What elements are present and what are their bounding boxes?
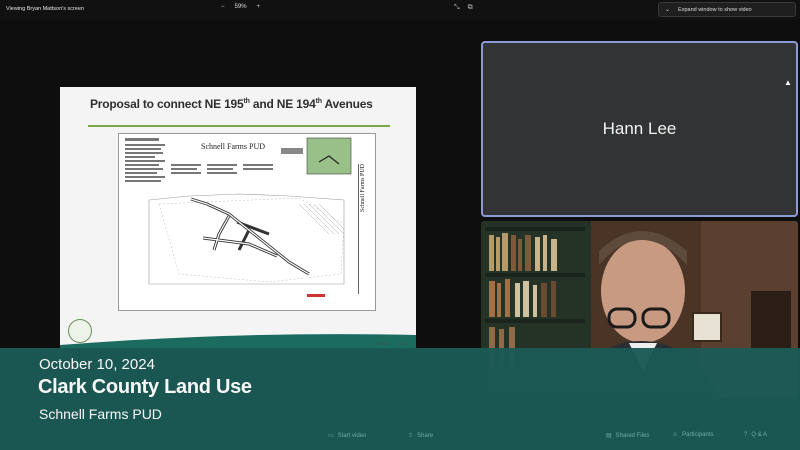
meeting-heading: Clark County Land Use	[38, 376, 252, 398]
plan-side-label: Schnell Farms PUD	[360, 164, 366, 212]
view-options: ⤡ ⧉	[454, 4, 473, 12]
slide-title-underline	[88, 125, 390, 127]
camera-icon: ▭	[328, 433, 334, 439]
pop-out-icon[interactable]: ⧉	[468, 4, 473, 12]
participants-label: Participants	[682, 432, 714, 438]
participants-button[interactable]: ☺ Participants	[672, 432, 714, 438]
county-seal-logo	[68, 319, 92, 343]
slide-title-part-3: Avenues	[321, 97, 373, 111]
slide-title-part-2: and NE 194	[249, 97, 316, 111]
start-video-label: Start video	[337, 432, 367, 439]
qa-button[interactable]: ? Q & A	[744, 432, 767, 438]
chevron-down-icon: ⌄	[665, 7, 671, 13]
zoom-level: 59%	[234, 4, 247, 10]
files-icon: ▤	[606, 433, 612, 439]
mouse-cursor-icon: ▲	[784, 78, 792, 87]
slide-page-number: 12	[402, 341, 407, 346]
meeting-date: October 10, 2024	[39, 356, 155, 373]
expand-window-button[interactable]: ⌄ Expand window to show video	[658, 2, 796, 17]
shared-slide: Proposal to connect NE 195th and NE 194t…	[60, 87, 416, 349]
slide-title: Proposal to connect NE 195th and NE 194t…	[90, 97, 373, 111]
shared-files-button[interactable]: ▤ Shared Files	[606, 432, 650, 440]
participant-name: Hann Lee	[602, 119, 677, 138]
share-icon: ⇪	[408, 433, 414, 439]
viewer-top-bar: Viewing Bryan Mattson's screen − 59% + ⤡…	[0, 0, 800, 20]
zoom-controls: − 59% +	[221, 4, 260, 10]
fit-screen-icon[interactable]: ⤡	[454, 4, 460, 12]
plan-title-block: Schnell Farms PUD	[358, 164, 369, 294]
start-video-button[interactable]: ▭ Start video	[328, 432, 367, 440]
qa-icon: ?	[744, 432, 748, 438]
zoom-out-button[interactable]: −	[221, 4, 225, 10]
qa-label: Q & A	[751, 432, 768, 438]
participants-icon: ☺	[672, 432, 679, 438]
site-plan-graphic	[125, 137, 352, 297]
zoom-in-button[interactable]: +	[257, 4, 261, 10]
participant-tile-hann-lee[interactable]: Hann Lee	[481, 41, 798, 217]
meeting-subtitle: Schnell Farms PUD	[39, 406, 162, 422]
share-button[interactable]: ⇪ Share	[408, 432, 434, 440]
slide-title-part-1: Proposal to connect NE 195	[90, 97, 244, 111]
shared-files-label: Shared Files	[615, 432, 650, 439]
share-label: Share	[417, 432, 434, 439]
plan-title: Schnell Farms PUD	[201, 142, 265, 151]
slide-footer-date: 5/2/17	[377, 341, 389, 346]
expand-window-label: Expand window to show video	[678, 6, 752, 13]
viewing-screen-label: Viewing Bryan Mattson's screen	[6, 6, 84, 12]
site-plan-drawing: Schnell Farms PUD Schnell Farms PUD	[118, 133, 376, 311]
slide-footer-wave	[60, 334, 416, 349]
